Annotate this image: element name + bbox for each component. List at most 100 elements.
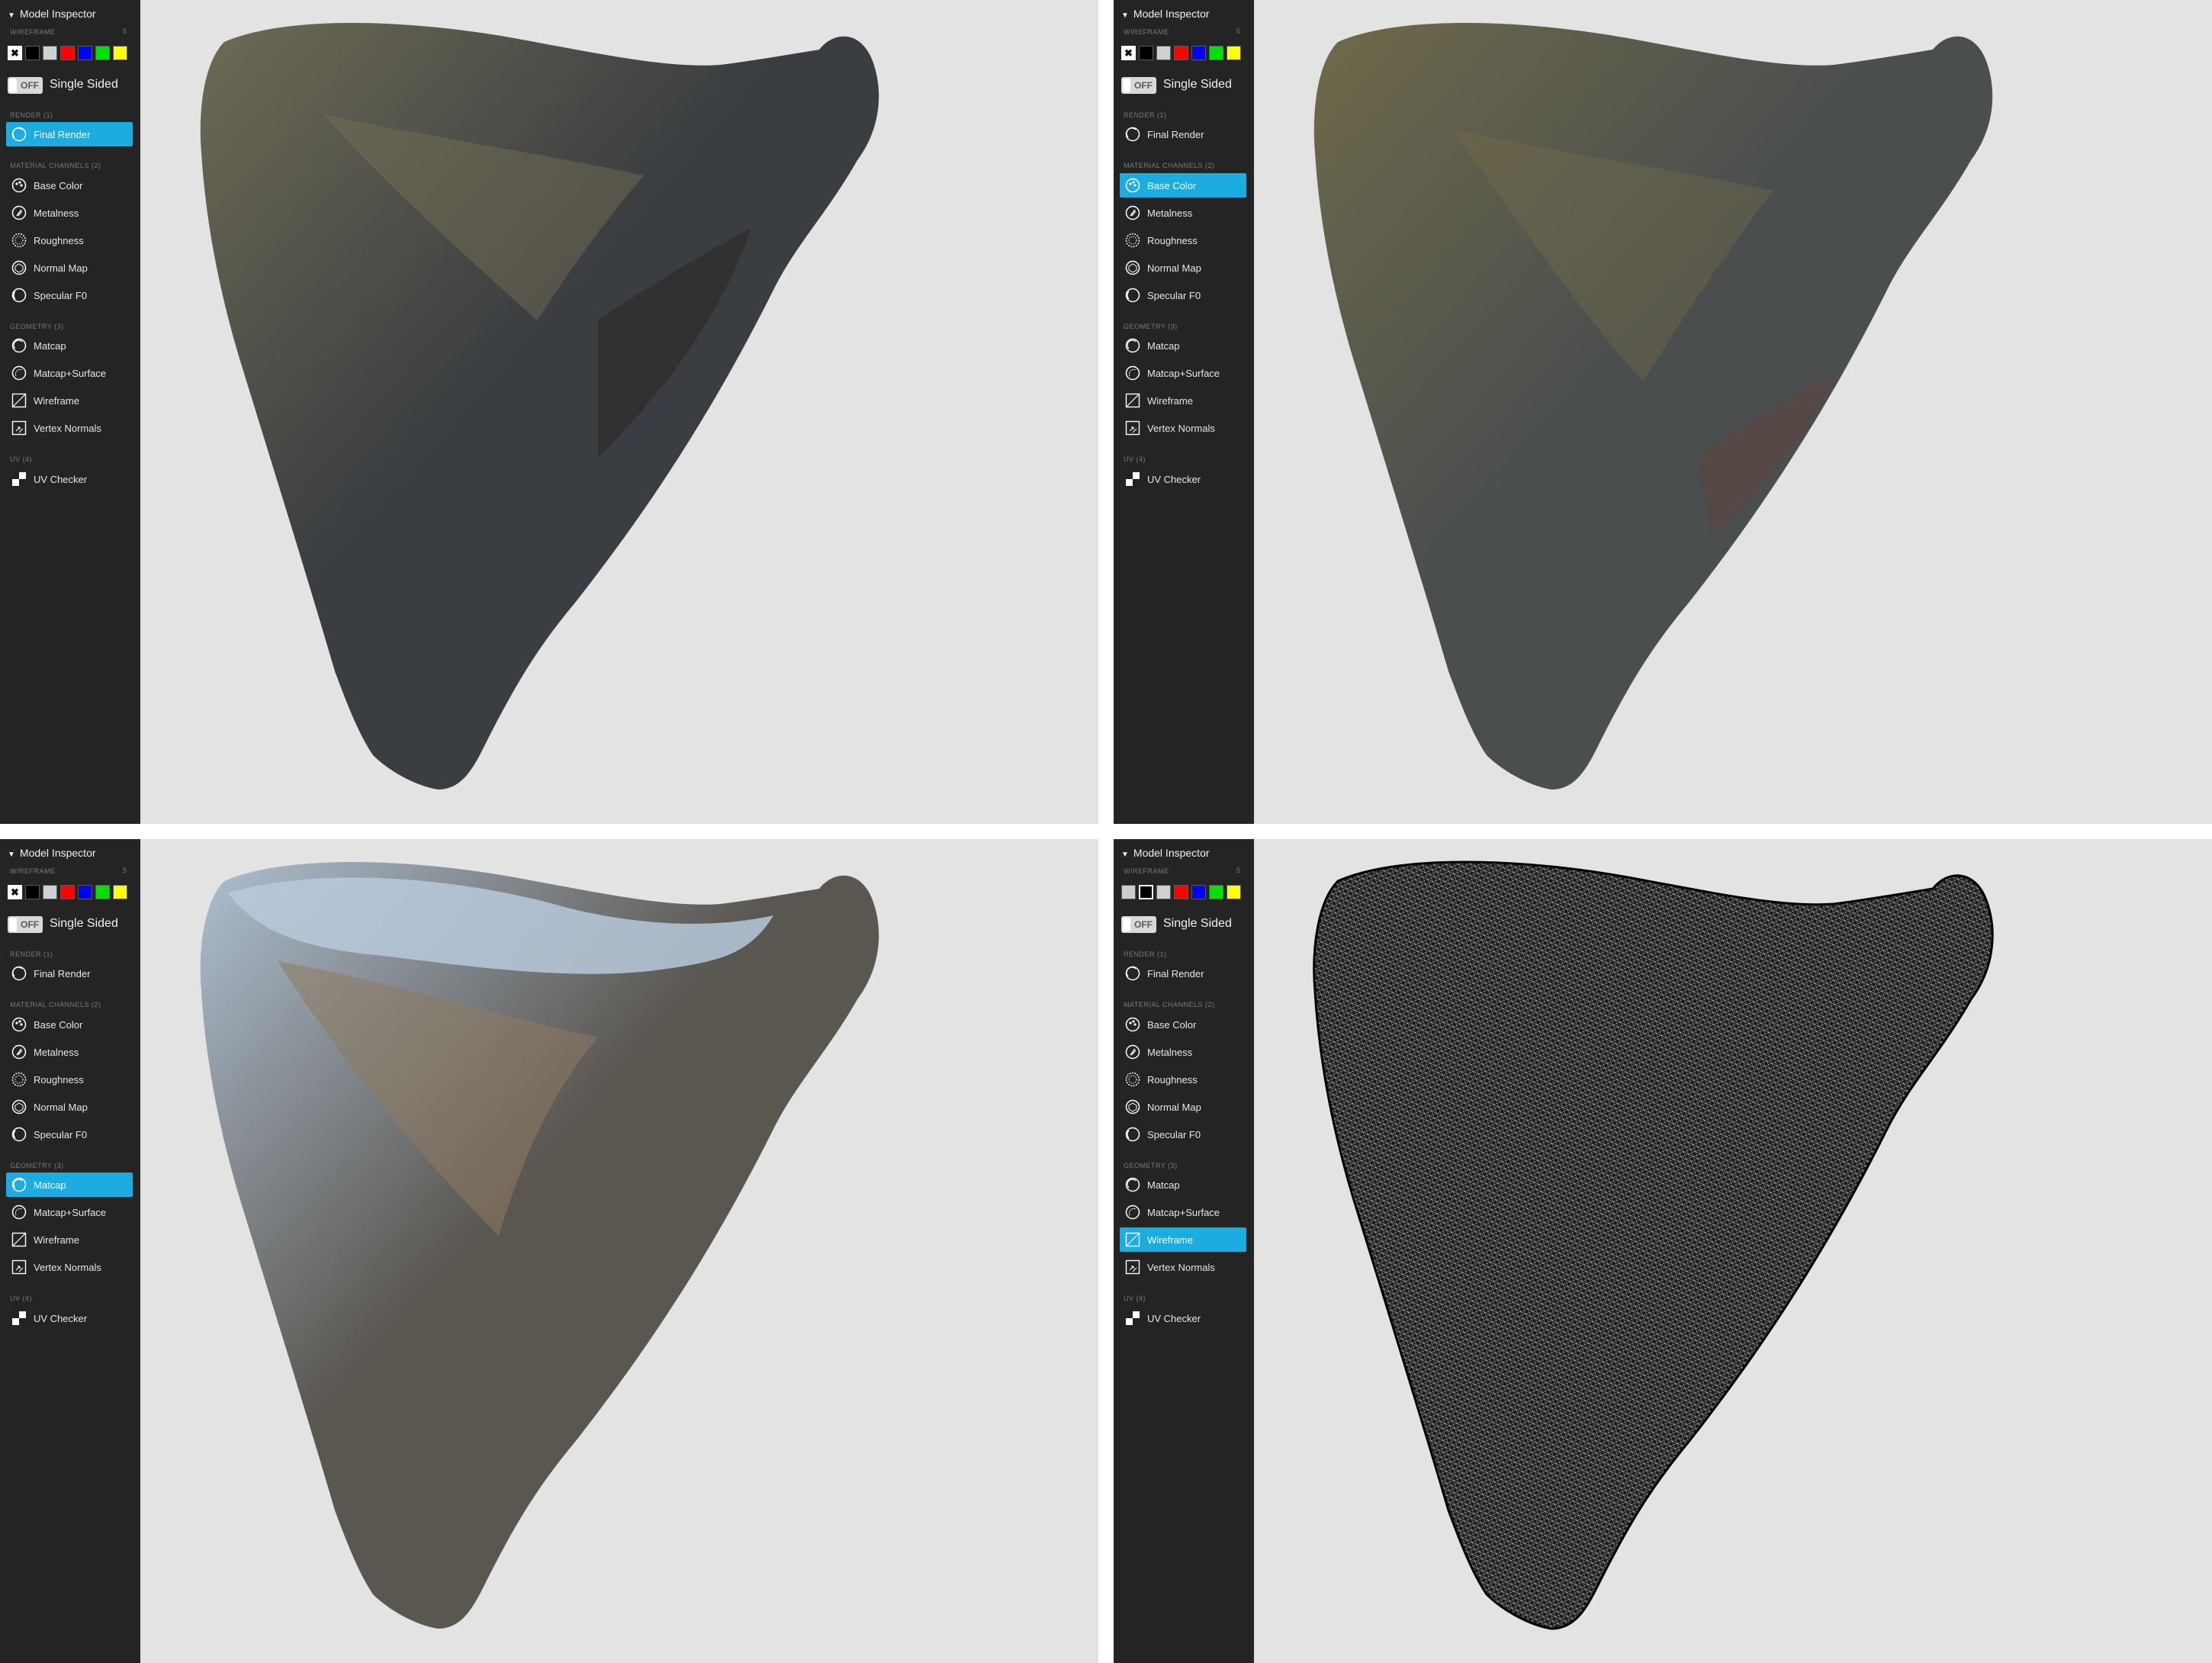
menu-item-normal-map[interactable]: Normal Map [1120, 256, 1246, 280]
menu-item-wireframe[interactable]: Wireframe [1120, 1227, 1246, 1252]
3d-viewport[interactable] [140, 839, 1098, 1663]
menu-item-metalness[interactable]: Metalness [6, 1040, 133, 1064]
toggle-switch[interactable]: OFF [1121, 77, 1156, 94]
panel-header[interactable]: ▼ Model Inspector [1121, 847, 1210, 859]
menu-item-metalness[interactable]: Metalness [1120, 201, 1246, 225]
3d-viewport[interactable] [1254, 839, 2212, 1663]
color-swatch[interactable] [43, 46, 57, 60]
menu-item-roughness[interactable]: Roughness [1120, 1067, 1246, 1092]
color-swatch[interactable] [1191, 885, 1206, 899]
color-swatch[interactable] [1227, 885, 1241, 899]
matcap-icon [1125, 338, 1140, 353]
color-swatch[interactable] [95, 46, 110, 60]
color-swatch[interactable] [1174, 885, 1188, 899]
color-swatch[interactable] [43, 885, 57, 899]
toggle-switch[interactable]: OFF [8, 916, 43, 933]
menu-item-base-color[interactable]: Base Color [6, 1012, 133, 1037]
color-swatch[interactable] [113, 46, 127, 60]
menu-item-uv-checker[interactable]: UV Checker [6, 1306, 133, 1330]
toggle-switch[interactable]: OFF [8, 77, 43, 94]
color-swatch[interactable] [1227, 46, 1241, 60]
menu-item-normal-map[interactable]: Normal Map [6, 256, 133, 280]
panel-header[interactable]: ▼ Model Inspector [8, 8, 96, 20]
color-swatch[interactable] [1209, 46, 1223, 60]
menu-item-uv-checker[interactable]: UV Checker [1120, 1306, 1246, 1330]
color-swatch[interactable] [60, 46, 75, 60]
color-swatch[interactable] [1191, 46, 1206, 60]
3d-viewport[interactable] [1254, 0, 2212, 824]
caret-down-icon[interactable]: ▼ [1121, 851, 1129, 859]
color-swatch[interactable] [78, 46, 92, 60]
menu-item-roughness[interactable]: Roughness [1120, 228, 1246, 253]
menu-item-final-render[interactable]: Final Render [1120, 961, 1246, 986]
menu-item-specular-f0[interactable]: Specular F0 [1120, 283, 1246, 307]
color-swatch[interactable] [25, 46, 40, 60]
menu-item-wireframe[interactable]: Wireframe [6, 1227, 133, 1252]
color-swatch[interactable] [78, 885, 92, 899]
palette-icon [1125, 1017, 1140, 1032]
menu-item-label: Specular F0 [34, 1129, 88, 1140]
color-swatch[interactable] [113, 885, 127, 899]
color-swatch[interactable] [1121, 885, 1136, 899]
menu-item-specular-f0[interactable]: Specular F0 [6, 283, 133, 307]
color-swatch[interactable] [1174, 46, 1188, 60]
color-swatch[interactable]: ✖ [8, 885, 22, 899]
caret-down-icon[interactable]: ▼ [1121, 11, 1129, 20]
menu-item-base-color[interactable]: Base Color [1120, 1012, 1246, 1037]
menu-item-final-render[interactable]: Final Render [6, 122, 133, 146]
menu-item-matcap-surface[interactable]: Matcap+Surface [6, 1200, 133, 1224]
menu-item-wireframe[interactable]: Wireframe [6, 388, 133, 413]
menu-item-matcap[interactable]: Matcap [1120, 333, 1246, 358]
menu-item-vertex-normals[interactable]: Vertex Normals [6, 1255, 133, 1279]
menu-item-matcap-surface[interactable]: Matcap+Surface [6, 361, 133, 385]
menu-item-normal-map[interactable]: Normal Map [1120, 1095, 1246, 1119]
material-section-label: MATERIAL CHANNELS (2) [1124, 1001, 1215, 1008]
menu-item-uv-checker[interactable]: UV Checker [1120, 467, 1246, 491]
panel-header[interactable]: ▼ Model Inspector [8, 847, 96, 859]
color-swatch[interactable] [1139, 46, 1153, 60]
menu-item-roughness[interactable]: Roughness [6, 228, 133, 253]
menu-item-vertex-normals[interactable]: Vertex Normals [1120, 416, 1246, 440]
menu-item-roughness[interactable]: Roughness [6, 1067, 133, 1092]
color-swatch[interactable] [60, 885, 75, 899]
color-swatch[interactable] [1156, 46, 1171, 60]
toggle-switch[interactable]: OFF [1121, 916, 1156, 933]
menu-item-uv-checker[interactable]: UV Checker [6, 467, 133, 491]
menu-item-vertex-normals[interactable]: Vertex Normals [1120, 1255, 1246, 1279]
menu-item-label: Matcap+Surface [34, 368, 107, 379]
menu-item-specular-f0[interactable]: Specular F0 [6, 1122, 133, 1147]
menu-item-metalness[interactable]: Metalness [6, 201, 133, 225]
menu-item-base-color[interactable]: Base Color [1120, 173, 1246, 198]
menu-item-matcap[interactable]: Matcap [6, 1172, 133, 1197]
color-swatch[interactable]: ✖ [1121, 46, 1136, 60]
caret-down-icon[interactable]: ▼ [8, 11, 15, 20]
color-swatch[interactable] [1139, 885, 1153, 899]
menu-item-specular-f0[interactable]: Specular F0 [1120, 1122, 1246, 1147]
menu-item-matcap-surface[interactable]: Matcap+Surface [1120, 1200, 1246, 1224]
color-swatch[interactable] [1156, 885, 1171, 899]
vertex-normals-icon [1125, 420, 1140, 436]
menu-item-label: Normal Map [1147, 262, 1201, 274]
toggle-state: OFF [21, 919, 39, 930]
menu-item-final-render[interactable]: Final Render [1120, 122, 1246, 146]
menu-item-matcap-surface[interactable]: Matcap+Surface [1120, 361, 1246, 385]
roughness-icon [1125, 1072, 1140, 1087]
menu-item-vertex-normals[interactable]: Vertex Normals [6, 416, 133, 440]
color-swatch[interactable]: ✖ [8, 46, 22, 60]
menu-item-base-color[interactable]: Base Color [6, 173, 133, 198]
menu-item-matcap[interactable]: Matcap [6, 333, 133, 358]
menu-item-wireframe[interactable]: Wireframe [1120, 388, 1246, 413]
color-swatch[interactable] [25, 885, 40, 899]
menu-item-final-render[interactable]: Final Render [6, 961, 133, 986]
caret-down-icon[interactable]: ▼ [8, 851, 15, 859]
color-swatch[interactable] [95, 885, 110, 899]
roughness-icon [11, 1072, 27, 1087]
menu-item-matcap[interactable]: Matcap [1120, 1172, 1246, 1197]
metalness-icon [11, 1044, 27, 1060]
menu-item-metalness[interactable]: Metalness [1120, 1040, 1246, 1064]
color-swatch[interactable] [1209, 885, 1223, 899]
menu-item-normal-map[interactable]: Normal Map [6, 1095, 133, 1119]
toggle-label: Single Sided [1163, 917, 1232, 930]
panel-header[interactable]: ▼ Model Inspector [1121, 8, 1210, 20]
3d-viewport[interactable] [140, 0, 1098, 824]
